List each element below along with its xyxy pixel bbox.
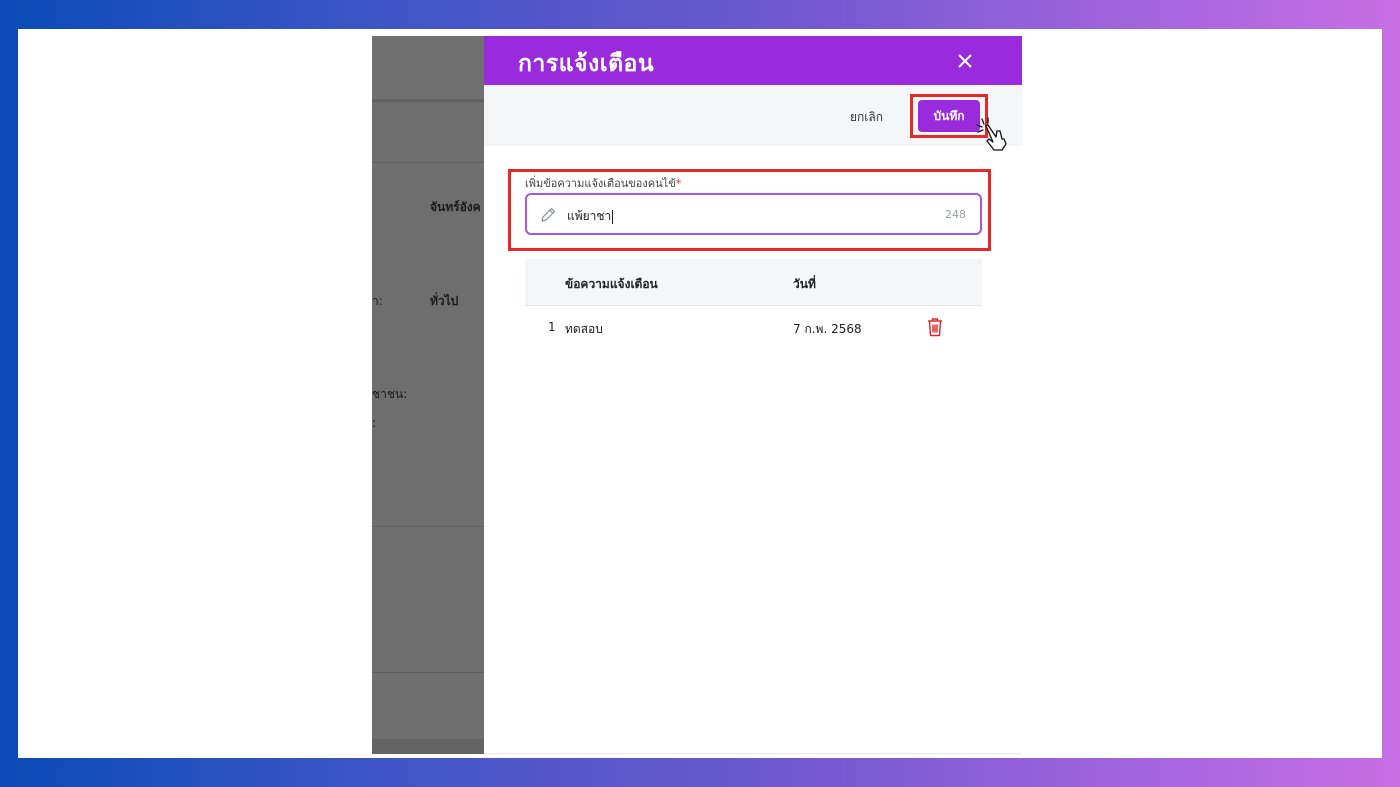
background-label: ำ: — [372, 294, 383, 308]
notification-drawer: การแจ้งเตือน ยกเลิก บันทึก เพิ่มข้อความแ… — [484, 36, 1022, 754]
background-page-overlay: จันทร์อังค ำ: ทั่วไป ชาชน: : — [372, 36, 484, 754]
alert-field-label: เพิ่มข้อความแจ้งเตือนของคนไข้* — [525, 174, 681, 192]
drawer-bottom-border — [484, 753, 1022, 754]
background-header — [372, 36, 484, 102]
required-mark: * — [675, 177, 682, 190]
row-message: ทดสอบ — [565, 322, 603, 336]
table-header: ข้อความแจ้งเตือน วันที่ — [525, 259, 982, 306]
background-label: ทั่วไป — [430, 294, 459, 308]
background-divider — [372, 162, 484, 163]
background-label: ชาชน: — [372, 387, 408, 401]
remaining-char-count: 248 — [945, 208, 966, 221]
alert-table: ข้อความแจ้งเตือน วันที่ 1 ทดสอบ 7 ก.พ. 2… — [525, 259, 982, 348]
trash-icon[interactable] — [927, 317, 943, 337]
drawer-title: การแจ้งเตือน — [518, 51, 655, 77]
app-screen: จันทร์อังค ำ: ทั่วไป ชาชน: : การแจ้งเตือ… — [372, 36, 1022, 754]
drawer-header: การแจ้งเตือน — [484, 36, 1022, 85]
background-label: : — [372, 416, 377, 430]
table-row: 1 ทดสอบ 7 ก.พ. 2568 — [525, 306, 982, 348]
alert-field-label-text: เพิ่มข้อความแจ้งเตือนของคนไข้ — [525, 177, 676, 190]
row-date: 7 ก.พ. 2568 — [793, 322, 862, 336]
alert-message-value: แพ้ยาชา — [567, 207, 614, 226]
column-header-date: วันที่ — [793, 277, 816, 291]
close-button[interactable] — [952, 48, 978, 74]
save-button[interactable]: บันทึก — [918, 100, 980, 132]
hand-cursor-icon — [976, 117, 1007, 151]
drawer-toolbar: ยกเลิก บันทึก — [484, 85, 1022, 151]
background-footer — [372, 739, 484, 754]
pencil-icon — [541, 207, 556, 222]
column-header-message: ข้อความแจ้งเตือน — [565, 277, 658, 291]
alert-message-input[interactable]: แพ้ยาชา 248 — [525, 193, 982, 235]
background-divider — [372, 672, 484, 673]
text-caret — [612, 209, 614, 224]
background-divider — [372, 526, 484, 527]
close-icon — [958, 54, 972, 68]
background-label: จันทร์อังค — [430, 200, 481, 214]
alert-message-text: แพ้ยาชา — [567, 209, 612, 223]
row-index: 1 — [548, 320, 556, 334]
cancel-button[interactable]: ยกเลิก — [850, 108, 883, 127]
